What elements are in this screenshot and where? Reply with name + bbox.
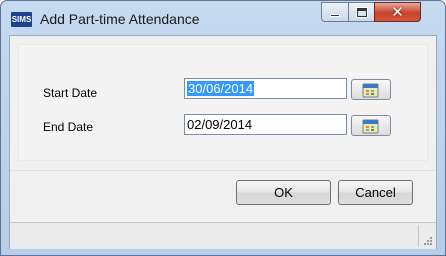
close-button[interactable]: ✕ [374, 2, 421, 22]
end-date-input[interactable]: 02/09/2014 [184, 114, 347, 135]
start-date-label: Start Date [43, 86, 98, 100]
title-bar[interactable]: SIMS Add Part-time Attendance ✕ [1, 1, 445, 35]
minimize-icon [330, 14, 340, 17]
close-icon: ✕ [391, 2, 404, 21]
ok-button[interactable]: OK [236, 180, 331, 205]
calendar-icon [362, 119, 379, 133]
minimize-button[interactable] [321, 2, 349, 22]
status-bar-separator [418, 225, 419, 247]
cancel-button[interactable]: Cancel [338, 180, 413, 205]
maximize-button[interactable] [348, 2, 375, 22]
calendar-icon [362, 83, 379, 97]
resize-grip-icon[interactable] [423, 236, 433, 246]
start-date-calendar-button[interactable] [351, 79, 391, 100]
dialog-client-area: Start Date 30/06/2014 End Date 02/09/201… [9, 35, 437, 249]
start-date-input[interactable]: 30/06/2014 [184, 78, 347, 99]
status-bar [10, 222, 436, 249]
sims-app-icon: SIMS [11, 12, 32, 27]
button-divider [10, 170, 436, 171]
window-title: Add Part-time Attendance [40, 11, 200, 27]
date-fields-panel [18, 44, 428, 161]
end-date-label: End Date [43, 120, 94, 134]
dialog-window: SIMS Add Part-time Attendance ✕ Start Da… [0, 0, 446, 256]
end-date-calendar-button[interactable] [351, 115, 391, 136]
end-date-value: 02/09/2014 [187, 117, 253, 132]
start-date-value: 30/06/2014 [187, 81, 255, 96]
maximize-icon [356, 7, 367, 17]
